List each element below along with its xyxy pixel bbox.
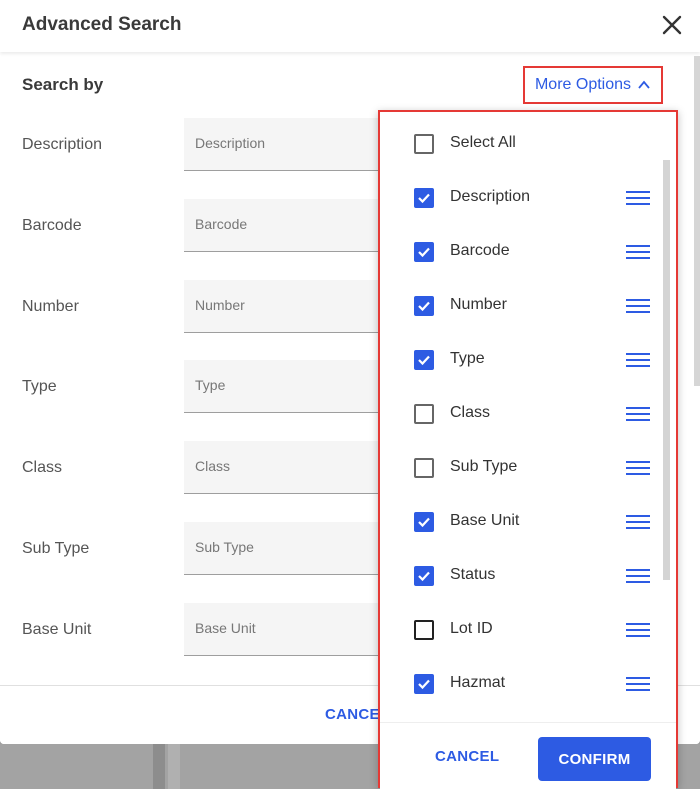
checkbox-unchecked[interactable] — [414, 404, 434, 424]
check-icon — [418, 355, 430, 366]
drag-handle-icon[interactable] — [626, 569, 650, 585]
search-by-heading: Search by — [22, 75, 104, 94]
drag-handle-icon[interactable] — [626, 677, 650, 693]
field-placeholder: Class — [195, 458, 231, 474]
checkbox-unchecked[interactable] — [414, 620, 434, 640]
drag-handle-icon[interactable] — [626, 461, 650, 477]
check-icon — [418, 679, 430, 690]
field-placeholder: Base Unit — [195, 620, 256, 636]
checkbox-unchecked[interactable] — [414, 134, 434, 154]
checkbox-checked[interactable] — [414, 242, 434, 262]
backdrop-column — [168, 744, 180, 789]
field-placeholder: Number — [195, 297, 245, 313]
drag-handle-icon[interactable] — [626, 515, 650, 531]
close-icon — [662, 15, 682, 35]
option-item[interactable]: Select All — [380, 124, 670, 178]
option-label: Select All — [450, 134, 516, 151]
checkbox-checked[interactable] — [414, 512, 434, 532]
base-unit-input[interactable]: Base Unit — [184, 603, 394, 656]
option-label: Hazmat — [450, 674, 506, 691]
number-input[interactable]: Number — [184, 280, 394, 333]
more-options-button[interactable]: More Options — [523, 66, 663, 104]
field-placeholder: Type — [195, 377, 226, 393]
drag-handle-icon[interactable] — [626, 299, 650, 315]
option-item[interactable]: Number — [380, 286, 670, 340]
field-label: Type — [22, 378, 57, 395]
drag-handle-icon[interactable] — [626, 623, 650, 639]
field-placeholder: Description — [195, 135, 266, 151]
column-options-list: Select All Description Barcode Number Type Cl… — [380, 112, 670, 724]
option-label: Number — [450, 296, 507, 313]
option-label: Base Unit — [450, 512, 520, 529]
field-label: Sub Type — [22, 540, 90, 557]
option-item[interactable]: Class — [380, 394, 670, 448]
check-icon — [418, 301, 430, 312]
class-input[interactable]: Class — [184, 441, 394, 494]
option-label: Status — [450, 566, 496, 583]
dialog-title: Advanced Search — [22, 14, 182, 35]
field-label: Description — [22, 136, 103, 153]
drag-handle-icon[interactable] — [626, 245, 650, 261]
checkbox-checked[interactable] — [414, 674, 434, 694]
option-label: Type — [450, 350, 485, 367]
field-placeholder: Barcode — [195, 216, 248, 232]
close-button[interactable] — [658, 11, 686, 39]
dialog-header: Advanced Search — [0, 0, 700, 52]
option-item[interactable]: Lot ID — [380, 610, 670, 664]
confirm-button[interactable]: CONFIRM — [538, 737, 651, 781]
check-icon — [418, 517, 430, 528]
chevron-up-icon — [638, 80, 650, 89]
sub-type-input[interactable]: Sub Type — [184, 522, 394, 575]
drag-handle-icon[interactable] — [626, 191, 650, 207]
option-label: Sub Type — [450, 458, 518, 475]
option-item[interactable]: Sub Type — [380, 448, 670, 502]
option-label: Class — [450, 404, 491, 421]
field-label: Number — [22, 298, 79, 315]
drag-handle-icon[interactable] — [626, 407, 650, 423]
option-label: Barcode — [450, 242, 510, 259]
check-icon — [418, 247, 430, 258]
field-label: Base Unit — [22, 621, 92, 638]
options-footer: CANCEL CONFIRM — [380, 722, 676, 789]
field-label: Barcode — [22, 217, 82, 234]
option-item[interactable]: Description — [380, 178, 670, 232]
checkbox-checked[interactable] — [414, 296, 434, 316]
option-label: Description — [450, 188, 531, 205]
option-label: Lot ID — [450, 620, 493, 637]
option-item[interactable]: Base Unit — [380, 502, 670, 556]
option-item[interactable]: Hazmat — [380, 664, 670, 718]
field-placeholder: Sub Type — [195, 539, 254, 555]
check-icon — [418, 571, 430, 582]
type-input[interactable]: Type — [184, 360, 394, 413]
option-item[interactable]: Barcode — [380, 232, 670, 286]
more-options-label: More Options — [534, 76, 632, 93]
field-label: Class — [22, 459, 63, 476]
options-cancel-button[interactable]: CANCEL — [435, 748, 499, 765]
checkbox-unchecked[interactable] — [414, 458, 434, 478]
option-item[interactable]: Status — [380, 556, 670, 610]
checkbox-checked[interactable] — [414, 350, 434, 370]
option-item[interactable]: Type — [380, 340, 670, 394]
drag-handle-icon[interactable] — [626, 353, 650, 369]
checkbox-checked[interactable] — [414, 566, 434, 586]
barcode-input[interactable]: Barcode — [184, 199, 394, 252]
backdrop-column — [153, 744, 165, 789]
more-options-panel: Select All Description Barcode Number Type Cl… — [378, 110, 678, 789]
checkbox-checked[interactable] — [414, 188, 434, 208]
check-icon — [418, 193, 430, 204]
description-input[interactable]: Description — [184, 118, 394, 171]
options-scrollbar[interactable] — [663, 160, 670, 580]
